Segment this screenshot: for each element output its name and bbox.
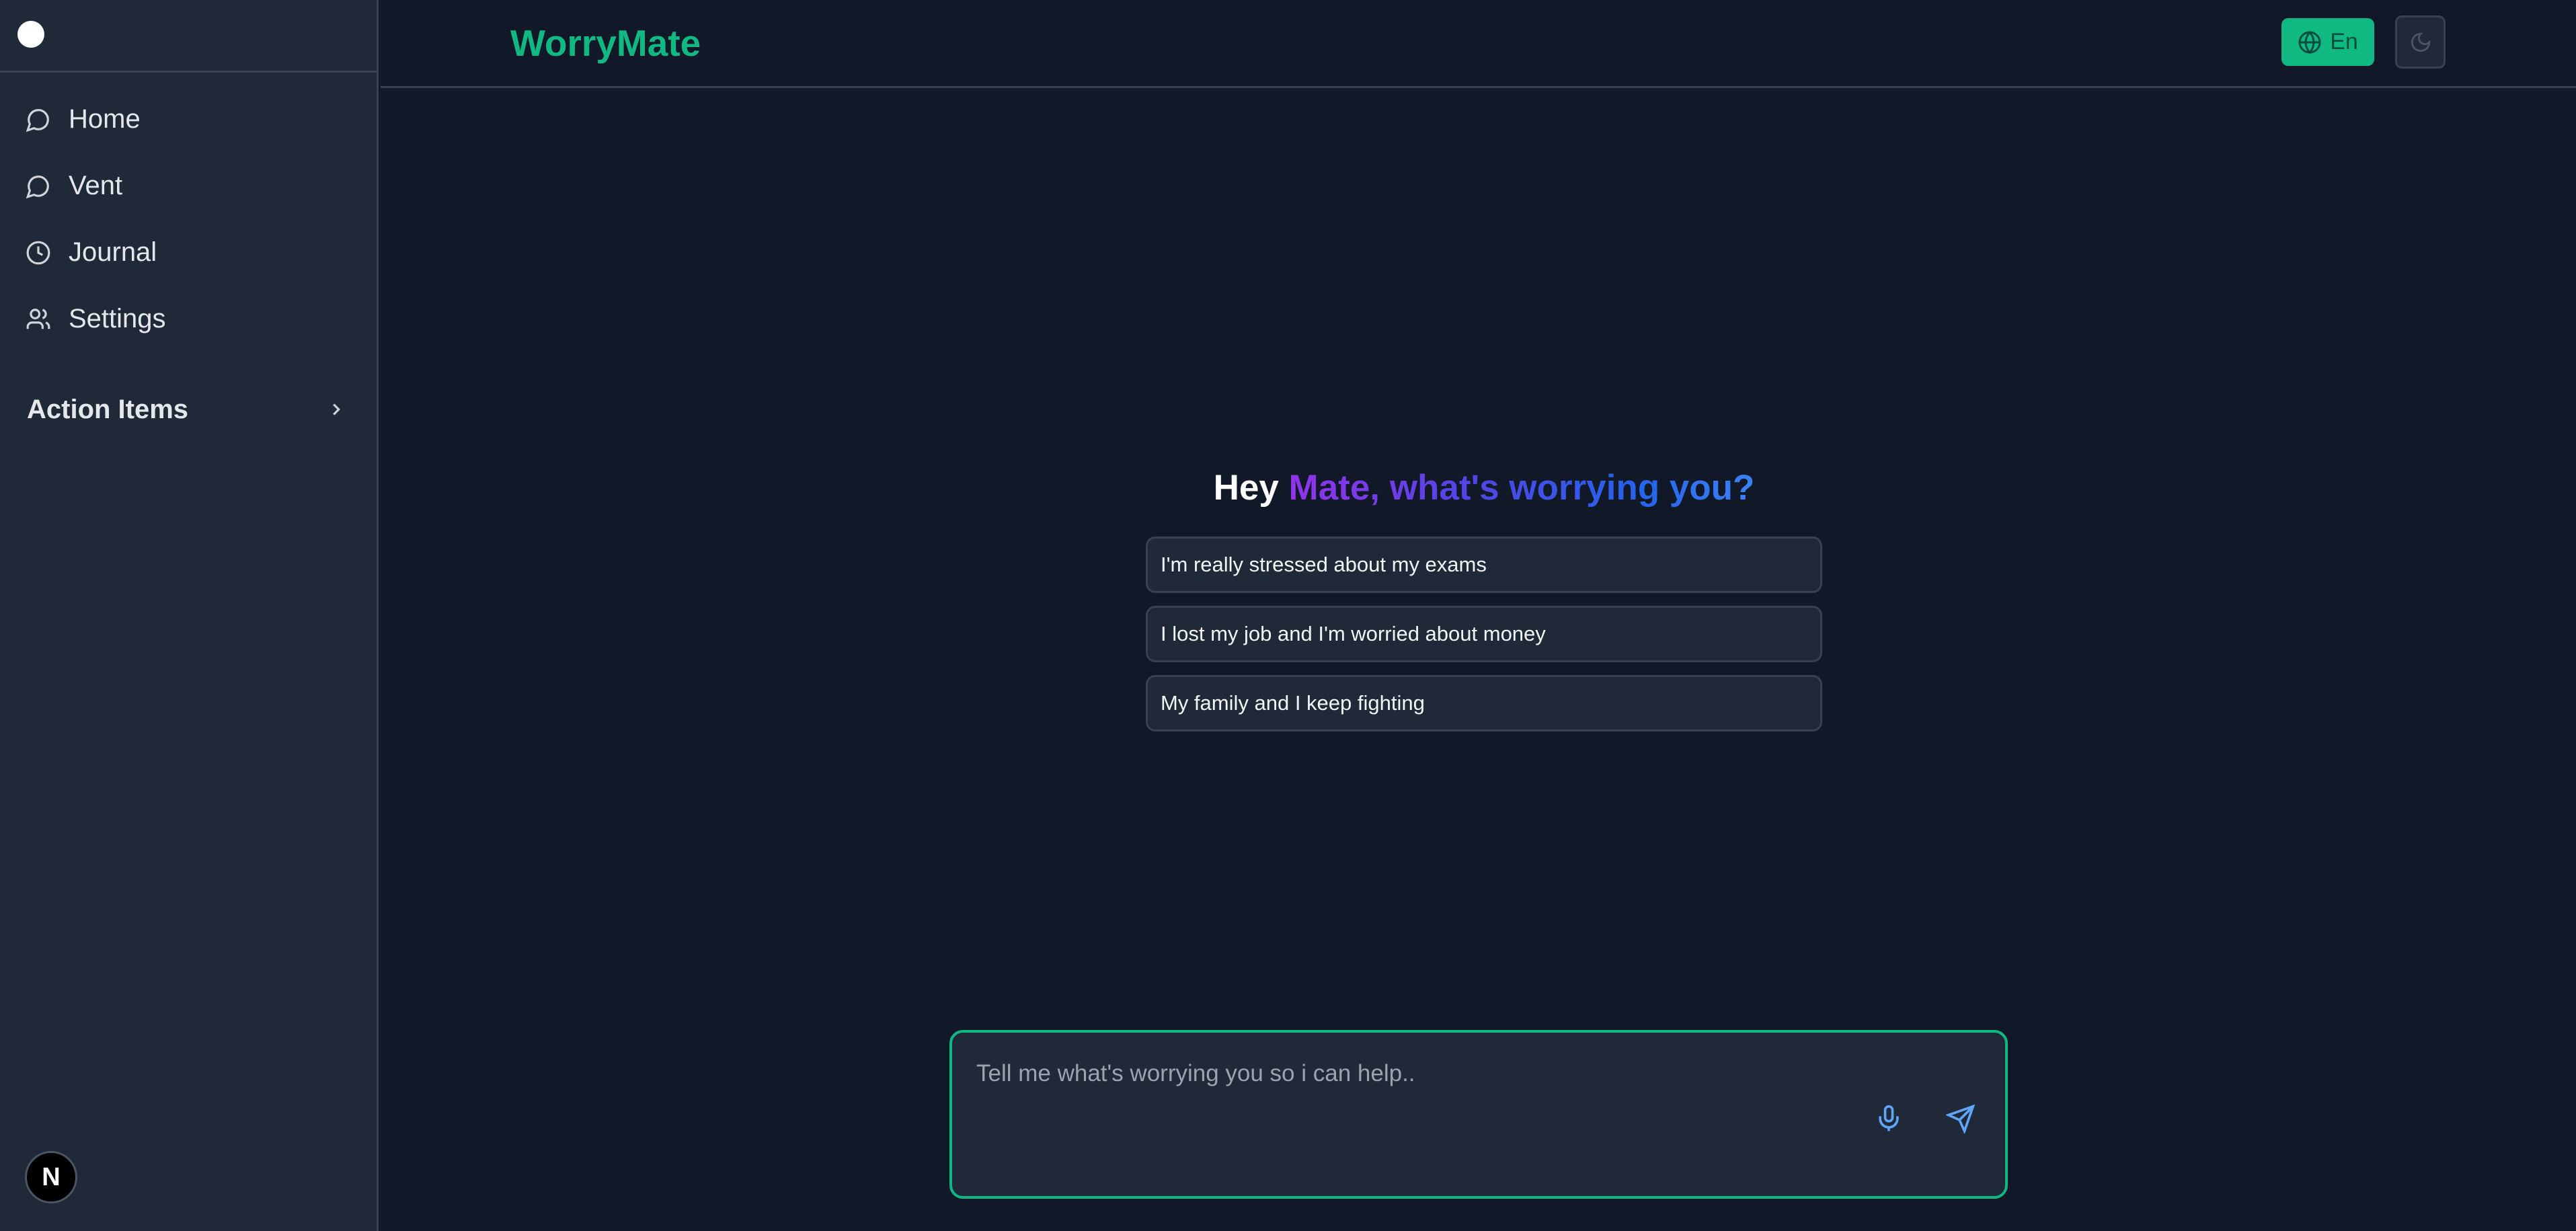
sidebar-item-journal[interactable]: Journal xyxy=(0,219,377,286)
send-icon xyxy=(1946,1104,1976,1134)
language-button[interactable]: En xyxy=(2281,18,2374,66)
action-items-toggle[interactable]: Action Items xyxy=(27,387,346,432)
microphone-icon xyxy=(1879,1105,1899,1131)
theme-toggle-button[interactable] xyxy=(2395,15,2446,69)
users-icon xyxy=(26,308,50,329)
status-dot xyxy=(17,21,44,48)
sidebar: Home Vent Journal Settings Action Items … xyxy=(0,0,379,1231)
sidebar-item-settings[interactable]: Settings xyxy=(0,286,377,352)
next-badge-letter: N xyxy=(42,1162,61,1191)
sidebar-item-vent[interactable]: Vent xyxy=(0,153,377,219)
top-header: WorryMate En xyxy=(381,0,2576,88)
message-circle-icon xyxy=(26,108,49,132)
chevron-right-icon xyxy=(333,403,340,415)
message-input[interactable] xyxy=(975,1053,1852,1095)
suggestion-button[interactable]: I'm really stressed about my exams xyxy=(1146,537,1822,593)
sidebar-item-label: Journal xyxy=(69,237,157,267)
sidebar-header xyxy=(0,0,377,73)
sidebar-item-label: Settings xyxy=(69,304,166,333)
send-button[interactable] xyxy=(1942,1100,1980,1138)
suggestion-button[interactable]: My family and I keep fighting xyxy=(1146,675,1822,731)
app-title[interactable]: WorryMate xyxy=(510,22,701,65)
moon-icon xyxy=(2411,32,2430,52)
greeting-heading: Hey Mate, what's worrying you? xyxy=(1146,467,1822,508)
next-badge[interactable]: N xyxy=(25,1151,77,1203)
sidebar-item-home[interactable]: Home xyxy=(0,86,377,153)
greeting-question: Mate, what's worrying you? xyxy=(1288,468,1755,508)
sidebar-item-label: Vent xyxy=(69,171,123,200)
language-label: En xyxy=(2330,29,2358,54)
action-items-label: Action Items xyxy=(27,394,189,424)
microphone-button[interactable] xyxy=(1870,1100,1908,1138)
sidebar-nav: Home Vent Journal Settings xyxy=(0,86,377,352)
globe-icon xyxy=(2298,30,2321,54)
clock-icon xyxy=(26,241,50,264)
message-composer xyxy=(949,1030,2008,1199)
message-circle-icon xyxy=(26,175,49,198)
suggestion-button[interactable]: I lost my job and I'm worried about mone… xyxy=(1146,606,1822,662)
sidebar-item-label: Home xyxy=(69,104,141,134)
greeting-hey: Hey xyxy=(1213,468,1279,508)
